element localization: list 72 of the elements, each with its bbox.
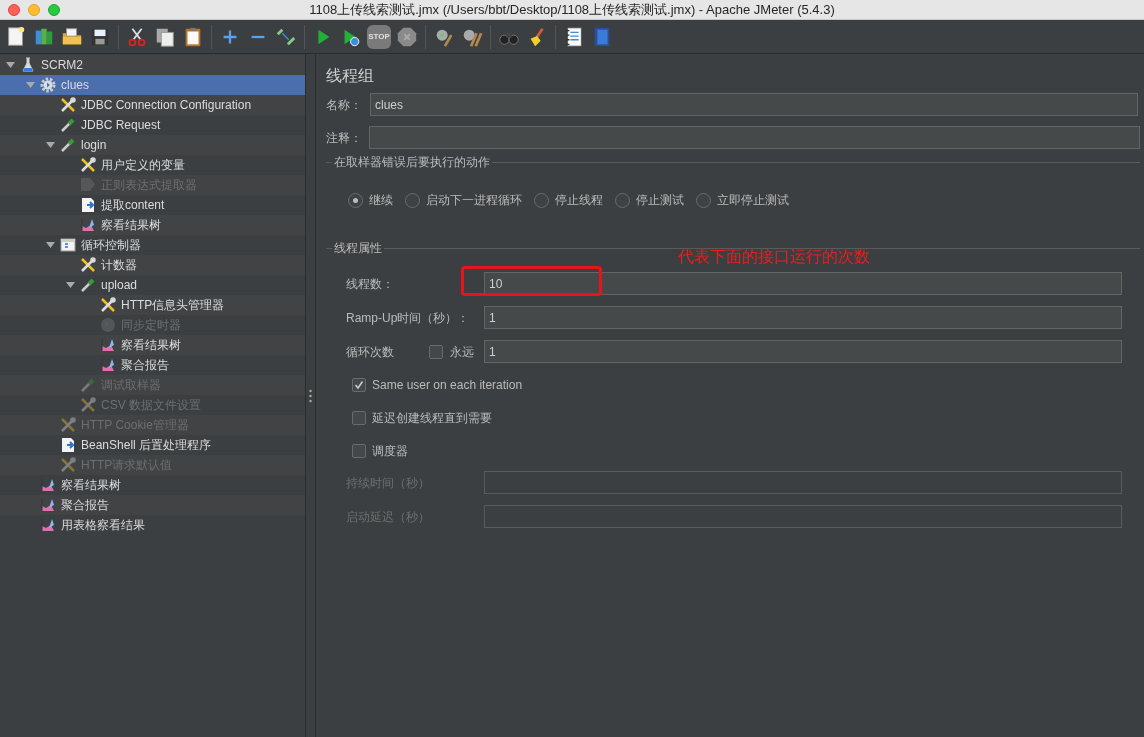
chart-icon: [100, 357, 116, 373]
field-label: 注释：: [326, 129, 363, 147]
text-field[interactable]: 1: [484, 306, 1122, 329]
chart-icon: [40, 497, 56, 513]
wrench-screwdriver-icon: [60, 457, 76, 473]
window-title: 1108上传线索测试.jmx (/Users/bbt/Desktop/1108上传线索测试.jmx) - Apache JMeter (5.4.3): [309, 3, 835, 16]
radio-button[interactable]: [405, 192, 420, 208]
tree-item[interactable]: 聚合报告: [0, 495, 305, 515]
tree-item[interactable]: clues: [0, 75, 305, 95]
field-label: 循环次数: [346, 343, 394, 361]
group-label: 在取样器错误后要执行的动作: [333, 154, 491, 171]
collapse-caret-icon[interactable]: [5, 62, 15, 68]
annotation-text: 代表下面的接口运行的次数: [678, 247, 870, 267]
page-arrow-icon: [60, 437, 76, 453]
group-label: 线程属性: [333, 240, 383, 257]
radio-button[interactable]: [615, 192, 630, 208]
text-field[interactable]: 10: [484, 272, 1122, 295]
tree-item[interactable]: 察看结果树: [0, 215, 305, 235]
pipette-icon: [80, 377, 96, 393]
radio-label: 启动下一进程循环: [426, 192, 522, 209]
wrench-screwdriver-icon: [60, 97, 76, 113]
checkbox[interactable]: [352, 444, 366, 458]
text-field[interactable]: [369, 126, 1140, 149]
tree-item[interactable]: JDBC Connection Configuration: [0, 95, 305, 115]
panel-title: 线程组: [326, 66, 375, 86]
radio-button[interactable]: [696, 192, 711, 208]
tree-item[interactable]: login: [0, 135, 305, 155]
chart-icon: [80, 217, 96, 233]
radio-label: 停止测试: [636, 192, 684, 209]
radio-label: 立即停止测试: [717, 192, 789, 209]
chart-icon: [100, 337, 116, 353]
pipette-icon: [60, 117, 76, 133]
collapse-caret-icon[interactable]: [45, 142, 55, 148]
window-icon: [60, 237, 76, 253]
page-arrow-icon: [80, 197, 96, 213]
text-field[interactable]: clues: [370, 93, 1138, 116]
tree-item[interactable]: HTTP信息头管理器: [0, 295, 305, 315]
wrench-screwdriver-icon: [80, 257, 96, 273]
chart-icon: [40, 517, 56, 533]
tree-item[interactable]: 计数器: [0, 255, 305, 275]
checkbox-label: 永远: [450, 343, 474, 361]
text-field[interactable]: 1: [484, 340, 1122, 363]
collapse-caret-icon[interactable]: [65, 282, 75, 288]
chart-icon: [40, 477, 56, 493]
checkbox[interactable]: [352, 378, 366, 392]
checkbox[interactable]: [429, 344, 443, 359]
tree-item[interactable]: SCRM2: [0, 55, 305, 75]
radio-label: 继续: [369, 192, 393, 209]
pipette-icon: [60, 137, 76, 153]
pipette-icon: [80, 277, 96, 293]
collapse-caret-icon[interactable]: [45, 242, 55, 248]
flask-icon: [20, 57, 36, 73]
radio-button[interactable]: [348, 192, 363, 208]
wrench-screwdriver-icon: [60, 417, 76, 433]
checkbox[interactable]: [352, 411, 366, 425]
wrench-screwdriver-icon: [80, 397, 96, 413]
zoom-button[interactable]: [48, 4, 60, 16]
field-label: 名称：: [326, 96, 363, 114]
field-label: Ramp-Up时间（秒）：: [346, 309, 470, 327]
clock-icon: [100, 317, 116, 333]
tree-item[interactable]: 察看结果树: [0, 335, 305, 355]
radio-button[interactable]: [534, 192, 549, 208]
wrench-screwdriver-icon: [80, 157, 96, 173]
gear-icon: [40, 77, 56, 93]
checkbox-label: 延迟创建线程直到需要: [372, 410, 492, 427]
close-button[interactable]: [8, 4, 20, 16]
field-label: 线程数：: [346, 275, 394, 293]
checkbox-label: 调度器: [372, 443, 408, 460]
wrench-screwdriver-icon: [100, 297, 116, 313]
checkbox-label: Same user on each iteration: [372, 377, 523, 394]
splitter-handle[interactable]: [309, 388, 312, 403]
radio-label: 停止线程: [555, 192, 603, 209]
